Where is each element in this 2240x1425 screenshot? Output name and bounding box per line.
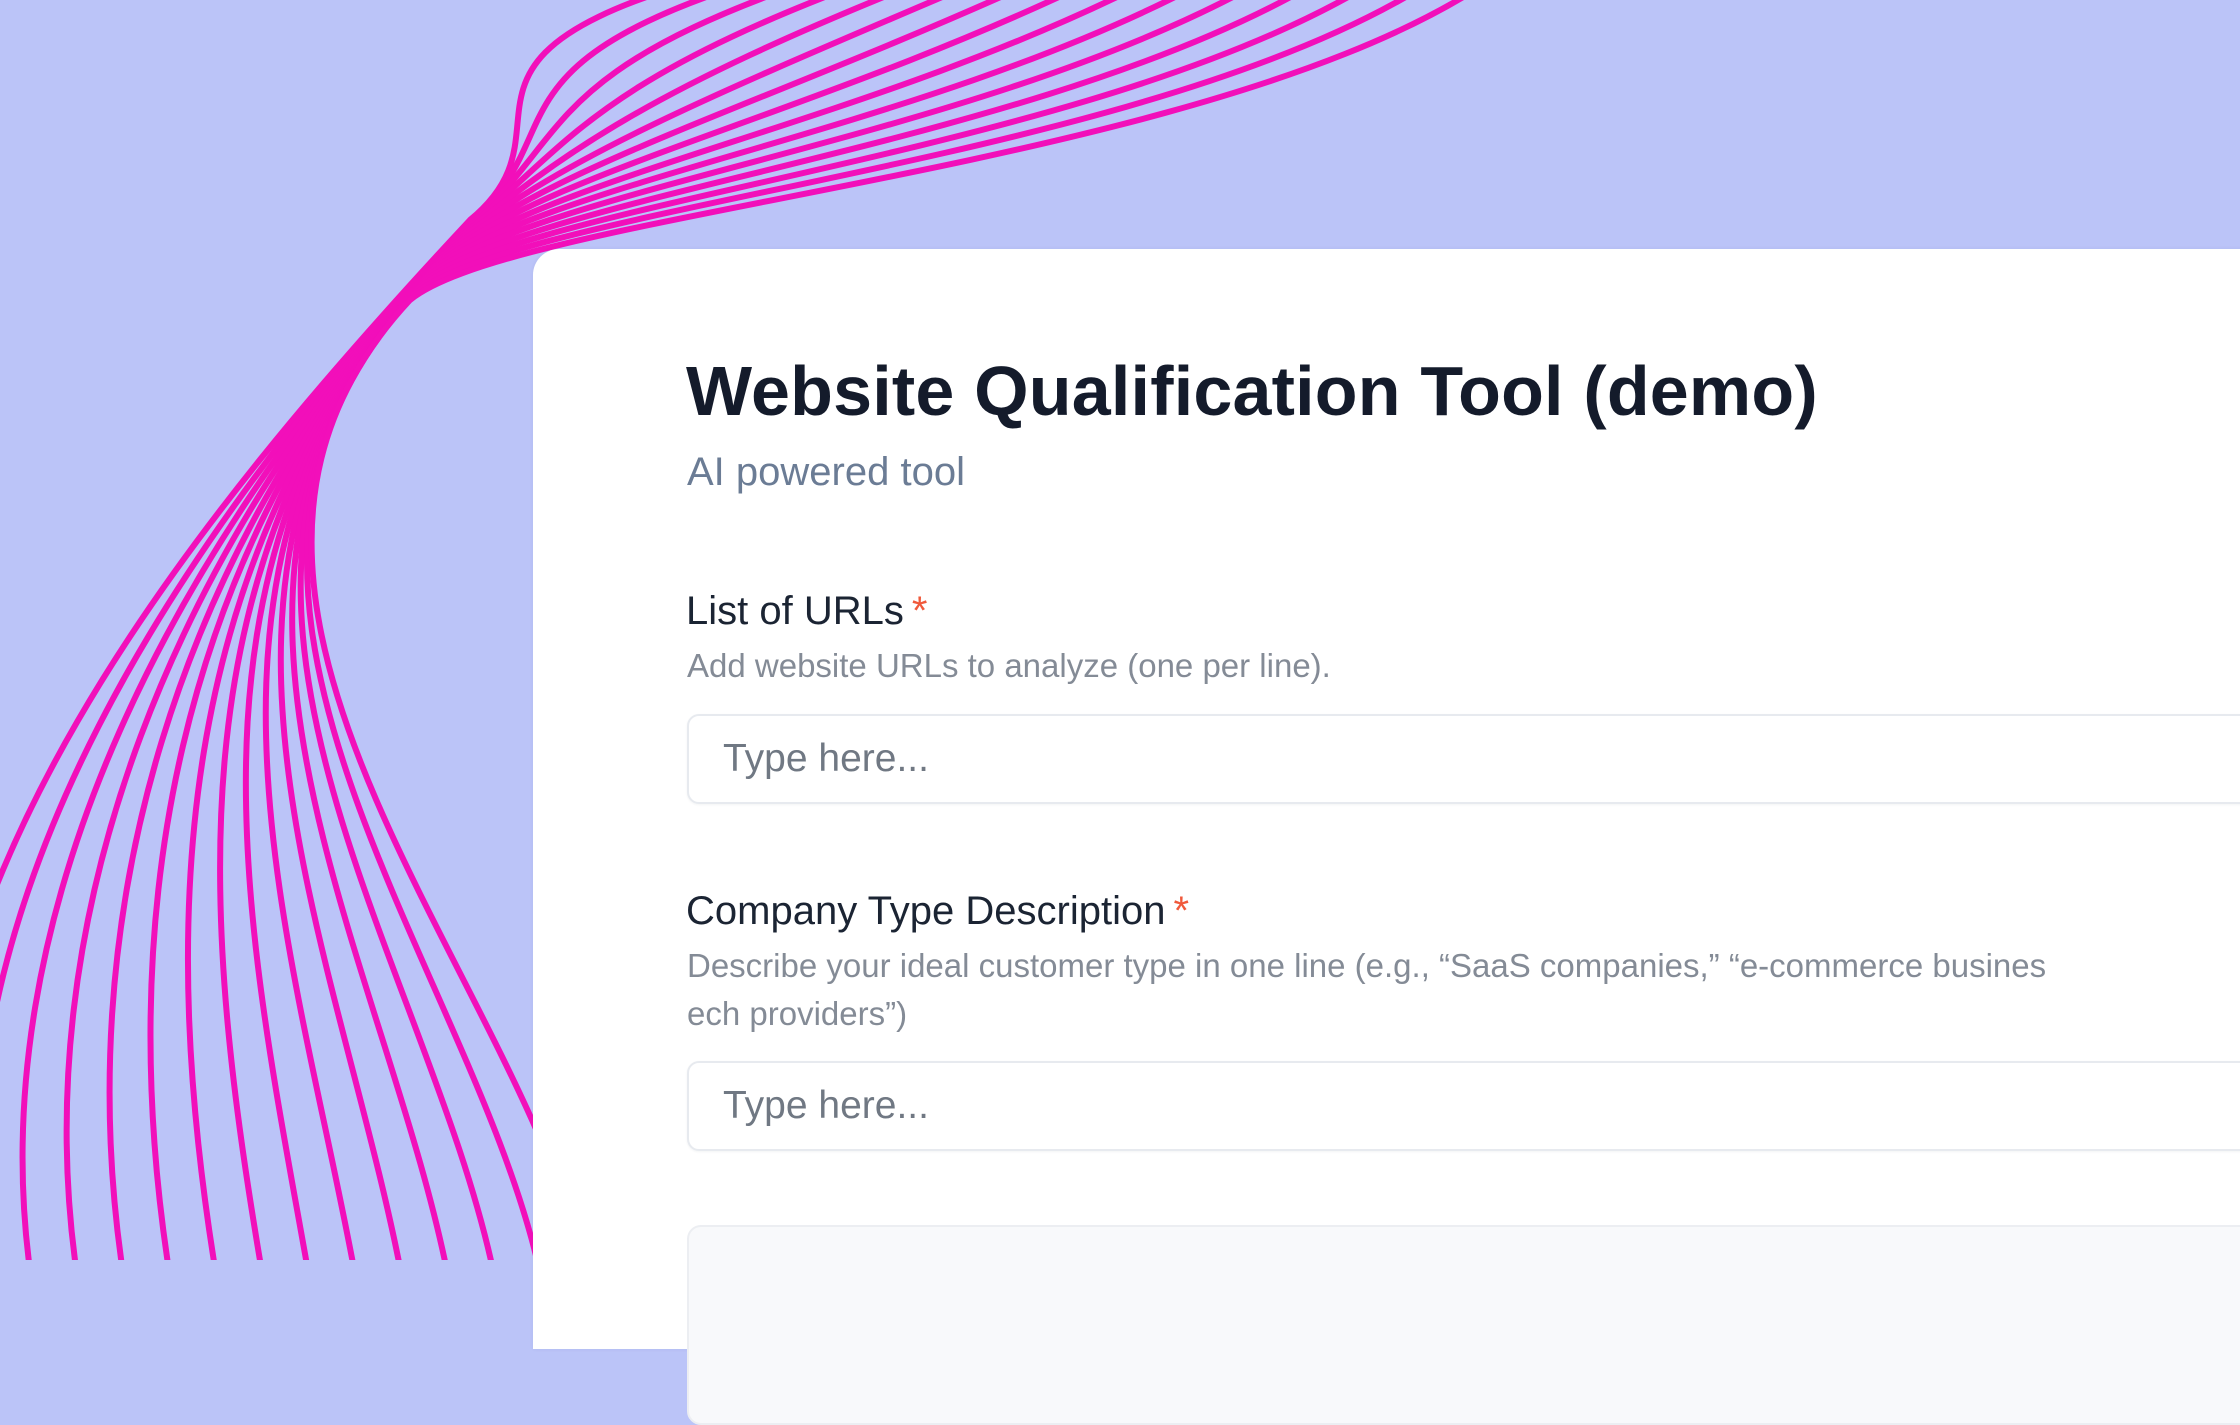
urls-input[interactable] — [687, 714, 2240, 804]
urls-label-text: List of URLs — [686, 589, 904, 633]
urls-field-label: List of URLs * — [686, 587, 927, 635]
next-form-section — [687, 1225, 2240, 1425]
company-type-label-text: Company Type Description — [686, 889, 1166, 933]
company-type-field-label: Company Type Description * — [686, 887, 1189, 935]
company-type-input[interactable] — [687, 1061, 2240, 1151]
company-type-help-line-2: ech providers”) — [687, 995, 908, 1032]
company-type-help-line-1: Describe your ideal customer type in one… — [687, 947, 2047, 984]
urls-field-help: Add website URLs to analyze (one per lin… — [687, 647, 1331, 684]
required-asterisk: * — [1173, 889, 1190, 933]
page-subtitle: AI powered tool — [687, 450, 965, 494]
required-asterisk: * — [911, 589, 928, 633]
form-card: Website Qualification Tool (demo) AI pow… — [533, 249, 2240, 1425]
page-title: Website Qualification Tool (demo) — [686, 352, 1818, 430]
